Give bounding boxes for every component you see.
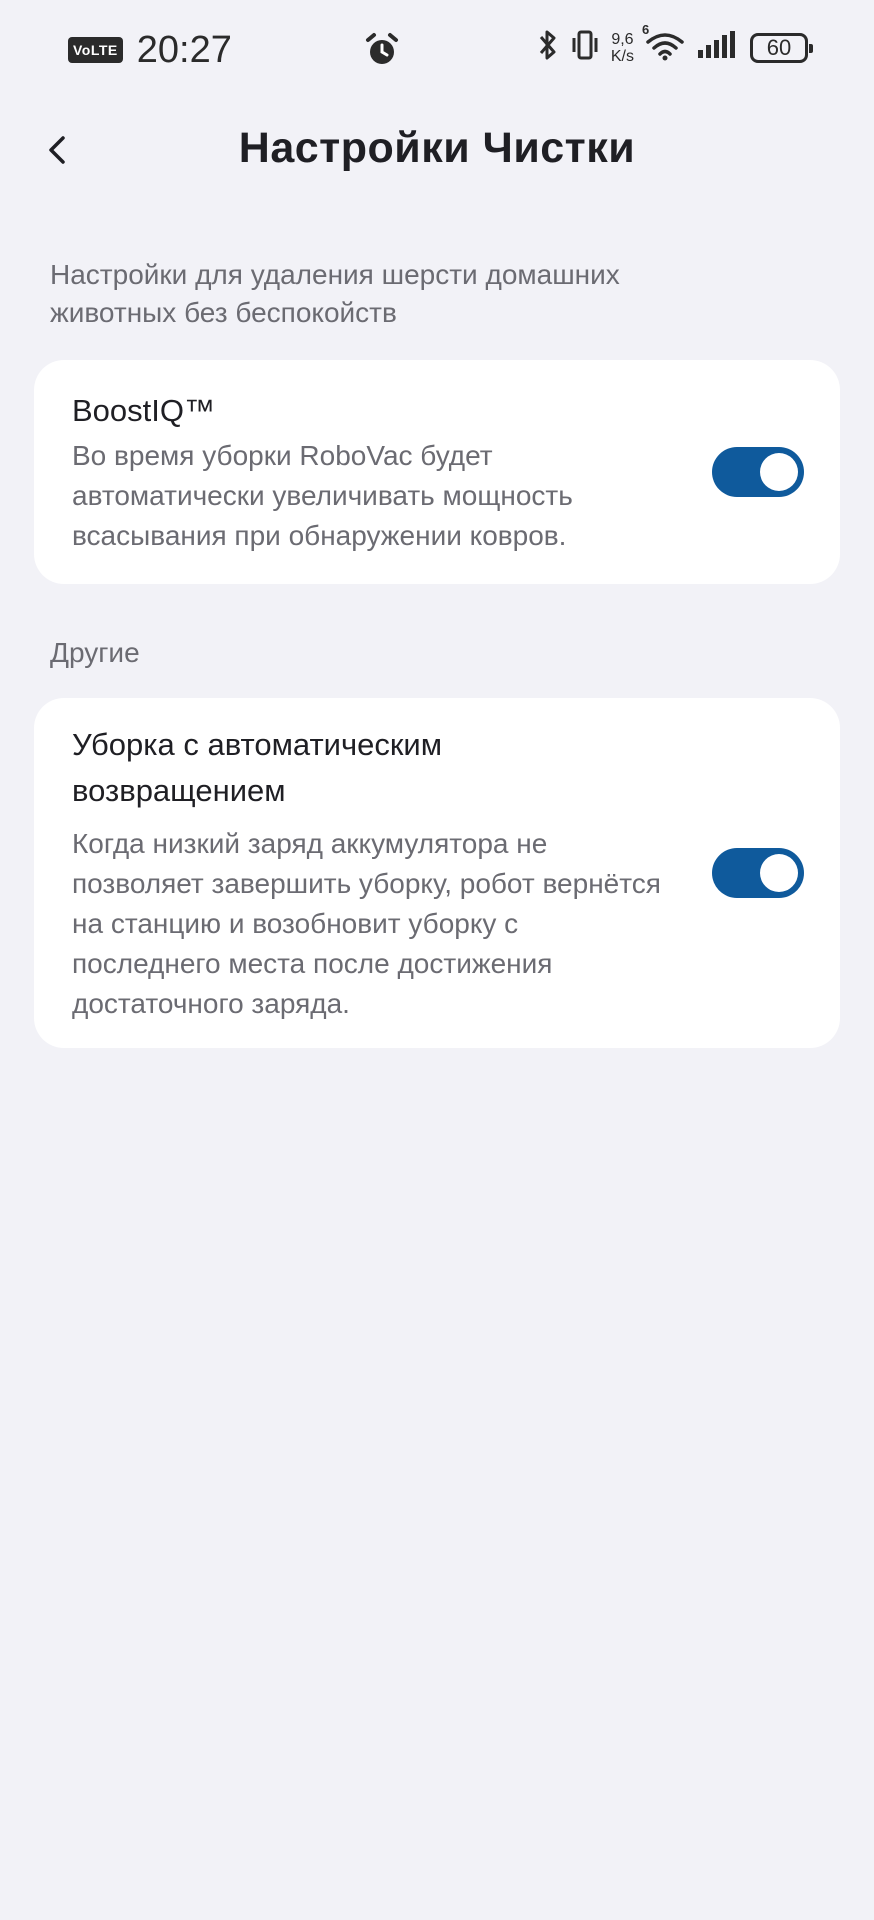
volte-badge: VoLTE bbox=[68, 37, 123, 63]
auto-return-title: Уборка с автоматическим возвращением bbox=[72, 727, 443, 808]
boostiq-toggle[interactable] bbox=[712, 447, 804, 497]
vibrate-icon bbox=[569, 28, 601, 67]
boostiq-title: BoostIQ™ bbox=[72, 393, 215, 428]
app-header: Настройки Чистки bbox=[0, 100, 874, 204]
battery-icon: 60 bbox=[750, 32, 813, 63]
net-speed-value: 9,6 bbox=[611, 30, 634, 48]
net-speed: 9,6 K/s bbox=[611, 31, 634, 65]
pet-section-caption: Настройки для удаления шерсти домашних ж… bbox=[50, 259, 620, 328]
other-section-caption: Другие bbox=[50, 637, 140, 668]
wifi-badge: 6 bbox=[642, 22, 650, 37]
status-bar: VoLTE 20:27 9,6 K/s 6 60 bbox=[0, 0, 874, 100]
boostiq-card: BoostIQ™ Во время уборки RoboVac будет а… bbox=[34, 360, 840, 584]
boostiq-description: Во время уборки RoboVac будет автоматиче… bbox=[72, 440, 573, 551]
page-title: Настройки Чистки bbox=[238, 124, 636, 172]
wifi-icon: 6 bbox=[642, 22, 686, 67]
status-bar-right: 9,6 K/s 6 60 bbox=[527, 22, 813, 67]
net-speed-unit: K/s bbox=[610, 47, 634, 65]
toggle-knob bbox=[760, 453, 798, 491]
status-bar-left: VoLTE 20:27 bbox=[68, 26, 232, 74]
auto-return-toggle[interactable] bbox=[712, 848, 804, 898]
signal-icon bbox=[696, 30, 736, 65]
alarm-icon bbox=[362, 30, 402, 75]
auto-return-card: Уборка с автоматическим возвращением Ког… bbox=[34, 698, 840, 1048]
bluetooth-icon bbox=[537, 28, 559, 67]
auto-return-description: Когда низкий заряд аккумулятора не позво… bbox=[72, 828, 661, 1019]
toggle-knob bbox=[760, 854, 798, 892]
status-time: 20:27 bbox=[136, 29, 232, 71]
battery-level: 60 bbox=[766, 34, 792, 60]
